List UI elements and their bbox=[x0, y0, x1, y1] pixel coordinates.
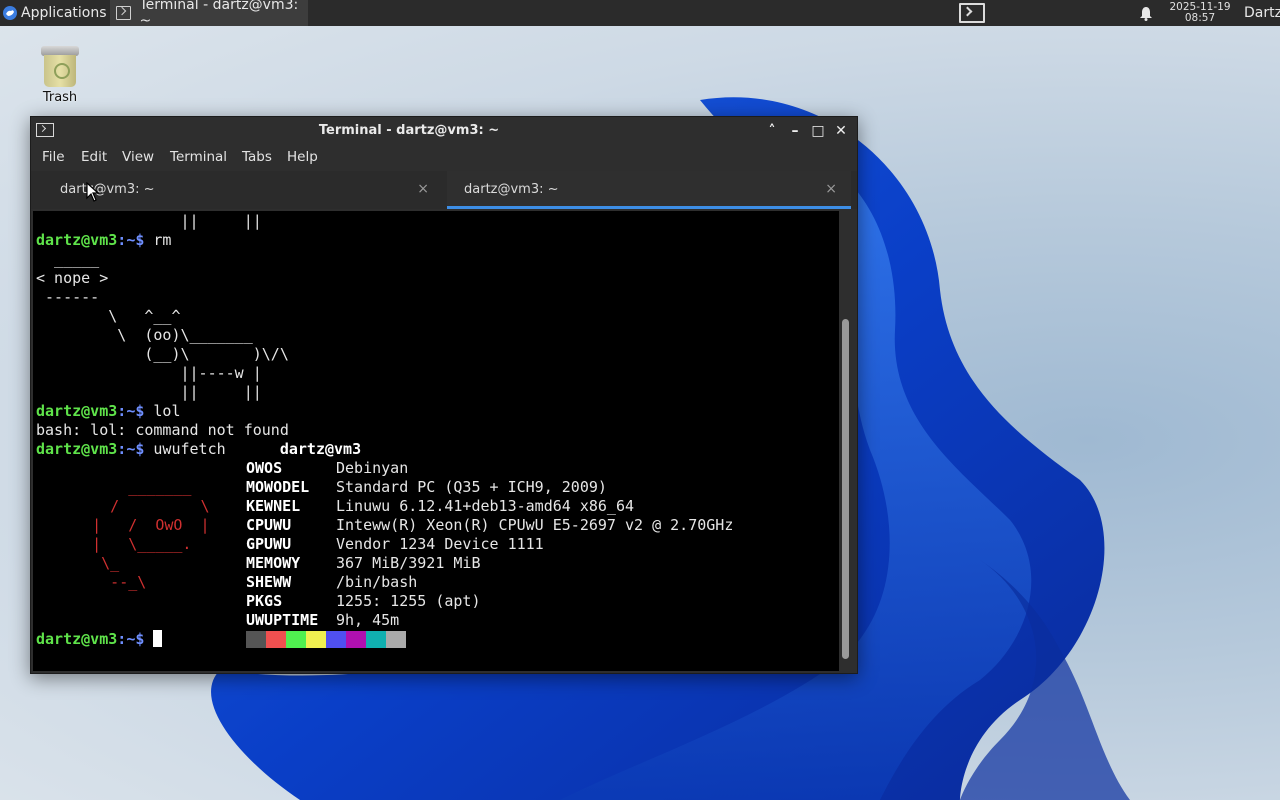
logo-line: \_ bbox=[56, 554, 120, 572]
mouse-pointer-icon bbox=[86, 182, 100, 202]
menu-view[interactable]: View bbox=[122, 145, 154, 169]
info-row: KEWNEL Linuwu 6.12.41+deb13-amd64 x86_64 bbox=[246, 497, 635, 515]
cowsay-line: \ (oo)\_______ bbox=[36, 326, 253, 344]
error-line: bash: lol: command not found bbox=[36, 421, 289, 439]
logo-line: | / OwO | bbox=[56, 516, 210, 534]
window-close-button[interactable]: ✕ bbox=[832, 122, 850, 140]
command-text: lol bbox=[153, 402, 181, 420]
info-row: OWOS Debinyan bbox=[246, 459, 409, 477]
menu-edit[interactable]: Edit bbox=[81, 145, 107, 169]
user-label: Dartz bbox=[1244, 5, 1280, 21]
tab-close-button[interactable]: × bbox=[825, 181, 837, 197]
taskbar-terminal-label: Terminal - dartz@vm3: ~ bbox=[139, 0, 299, 29]
tab-label: dartz@vm3: ~ bbox=[464, 182, 559, 197]
xfce-logo-icon bbox=[3, 6, 17, 20]
window-maximize-button[interactable]: □ bbox=[809, 122, 827, 140]
menu-help[interactable]: Help bbox=[287, 145, 318, 169]
palette-swatch bbox=[326, 631, 346, 648]
terminal-icon bbox=[959, 3, 985, 23]
info-row: UWUPTIME 9h, 45m bbox=[246, 611, 400, 629]
terminal-line: || || bbox=[36, 212, 262, 230]
info-row: CPUWU Inteww(R) Xeon(R) CPUwU E5-2697 v2 … bbox=[246, 516, 734, 534]
terminal-scrollbar[interactable] bbox=[839, 211, 855, 671]
applications-label: Applications bbox=[21, 5, 107, 21]
info-row: MOWODEL Standard PC (Q35 + ICH9, 2009) bbox=[246, 478, 607, 496]
clock-time: 08:57 bbox=[1184, 12, 1216, 24]
tab-close-button[interactable]: × bbox=[417, 181, 429, 197]
logo-line: _______ bbox=[56, 478, 192, 496]
notification-button[interactable] bbox=[1138, 0, 1154, 26]
info-row: PKGS 1255: 1255 (apt) bbox=[246, 592, 481, 610]
cowsay-line: _____ bbox=[36, 250, 100, 268]
info-row: MEMOWY 367 MiB/3921 MiB bbox=[246, 554, 481, 572]
cowsay-line: (__)\ )\/\ bbox=[36, 345, 289, 363]
terminal-window: Terminal - dartz@vm3: ~ ˄ – □ ✕ File Edi… bbox=[30, 116, 858, 674]
cowsay-line: \ ^__^ bbox=[36, 307, 181, 325]
logo-line: / \ bbox=[56, 497, 210, 515]
menu-file[interactable]: File bbox=[42, 145, 65, 169]
top-panel: Applications ≡ Terminal - dartz@vm3: ~ 2… bbox=[0, 0, 1280, 29]
desktop-icon-label: Trash bbox=[42, 90, 78, 105]
panel-clock[interactable]: 2025-11-19 08:57 bbox=[1165, 0, 1235, 26]
tab-label: dartz@vm3: ~ bbox=[60, 182, 155, 197]
cowsay-line: ||----w | bbox=[36, 364, 262, 382]
tab-bar: dartz@vm3: ~ × dartz@vm3: ~ × bbox=[31, 171, 857, 209]
menu-terminal[interactable]: Terminal bbox=[170, 145, 227, 169]
terminal-icon bbox=[116, 6, 132, 20]
prompt-line: dartz@vm3:~$ lol bbox=[36, 402, 181, 420]
command-text: rm bbox=[153, 231, 172, 249]
terminal-output[interactable]: || || dartz@vm3:~$ rm _____ < nope > ---… bbox=[33, 211, 839, 671]
palette-swatch bbox=[366, 631, 386, 648]
prompt-line: dartz@vm3:~$ uwufetch dartz@vm3 bbox=[36, 440, 362, 458]
taskbar-terminal-button[interactable]: Terminal - dartz@vm3: ~ bbox=[110, 0, 308, 29]
trash-icon bbox=[40, 44, 80, 88]
applications-menu[interactable]: Applications ≡ bbox=[0, 0, 122, 26]
scrollbar-thumb[interactable] bbox=[842, 319, 849, 659]
palette-swatch bbox=[266, 631, 286, 648]
window-shade-button[interactable]: ˄ bbox=[763, 122, 781, 140]
menu-bar: File Edit View Terminal Tabs Help bbox=[31, 145, 857, 169]
launcher-terminal-button[interactable] bbox=[958, 0, 986, 26]
palette-swatch bbox=[246, 631, 266, 648]
prompt-line: dartz@vm3:~$ rm bbox=[36, 231, 172, 249]
command-text: uwufetch bbox=[153, 440, 280, 458]
cowsay-line: || || bbox=[36, 383, 262, 401]
bell-icon bbox=[1140, 6, 1152, 21]
tab-2[interactable]: dartz@vm3: ~ × bbox=[447, 171, 851, 209]
fetch-user: dartz@vm3 bbox=[279, 440, 362, 458]
text-cursor bbox=[153, 630, 163, 647]
palette-swatch bbox=[286, 631, 306, 648]
window-titlebar[interactable]: Terminal - dartz@vm3: ~ ˄ – □ ✕ bbox=[31, 117, 857, 145]
info-row: SHEWW/bin/bash bbox=[246, 573, 418, 591]
palette-swatch bbox=[346, 631, 366, 648]
logo-line: | \_____. bbox=[56, 535, 192, 553]
user-menu[interactable]: Dartz bbox=[1244, 0, 1280, 26]
palette-swatch bbox=[306, 631, 326, 648]
palette-swatch bbox=[386, 631, 406, 648]
menu-tabs[interactable]: Tabs bbox=[242, 145, 272, 169]
cowsay-line: ------ bbox=[36, 288, 100, 306]
cowsay-line: < nope > bbox=[36, 269, 109, 287]
color-palette bbox=[246, 631, 406, 648]
window-minimize-button[interactable]: – bbox=[786, 122, 804, 140]
logo-line: --_\ bbox=[56, 573, 147, 591]
info-row: GPUWU Vendor 1234 Device 1111 bbox=[246, 535, 544, 553]
desktop-icon-trash[interactable]: Trash bbox=[32, 44, 88, 105]
prompt-line: dartz@vm3:~$ bbox=[36, 630, 163, 649]
window-title: Terminal - dartz@vm3: ~ bbox=[318, 123, 500, 138]
